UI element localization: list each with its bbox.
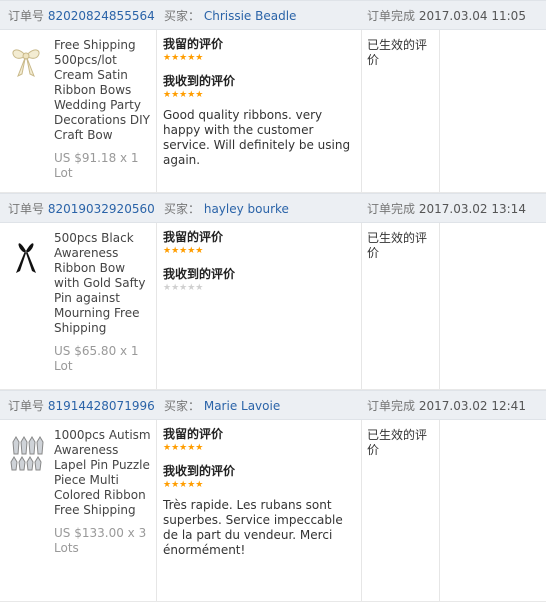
my-review-heading: 我留的评价 — [163, 230, 224, 244]
order-header: 订单号 82019032920560 买家： hayley bourke 订单完… — [0, 193, 546, 223]
received-review-heading: 我收到的评价 — [163, 74, 236, 88]
order-status-label: 订单完成 — [367, 399, 416, 413]
product-title[interactable]: 500pcs Black Awareness Ribbon Bow with G… — [54, 231, 154, 336]
order-header: 订单号 82020824855564 买家： Chrissie Beadle 订… — [0, 0, 546, 30]
order-header: 订单号 81914428071996 买家： Marie Lavoie 订单完成… — [0, 390, 546, 420]
review-status: 已生效的评价 — [367, 428, 428, 457]
order-number-link[interactable]: 81914428071996 — [48, 399, 155, 413]
received-review-text: Good quality ribbons. very happy with th… — [163, 108, 351, 167]
buyer-name-link[interactable]: Marie Lavoie — [204, 399, 280, 413]
product-title[interactable]: 1000pcs Autism Awareness Lapel Pin Puzzl… — [54, 428, 154, 518]
product-title-block[interactable]: Free Shipping 500pcs/lot Cream Satin Rib… — [54, 38, 154, 181]
review-status: 已生效的评价 — [367, 231, 428, 260]
order-number-link[interactable]: 82020824855564 — [48, 9, 155, 23]
product-thumbnail[interactable] — [8, 42, 44, 82]
received-review-heading: 我收到的评价 — [163, 464, 236, 478]
order-date: 2017.03.02 12:41 — [418, 399, 526, 413]
review-column: 我留的评价 ★★★★★ 我收到的评价 ★★★★★ — [163, 229, 359, 303]
product-title[interactable]: Free Shipping 500pcs/lot Cream Satin Rib… — [54, 38, 154, 143]
buyer-name-link[interactable]: Chrissie Beadle — [204, 9, 297, 23]
product-price: US $133.00 x 3 Lots — [54, 526, 147, 555]
order-date: 2017.03.02 13:14 — [418, 202, 526, 216]
product-price: US $65.80 x 1 Lot — [54, 344, 139, 373]
buyer-label: 买家： — [164, 202, 201, 216]
order-body: Free Shipping 500pcs/lot Cream Satin Rib… — [0, 30, 546, 193]
received-review-text: Très rapide. Les rubans sont superbes. S… — [163, 498, 343, 557]
order-status-label: 订单完成 — [367, 202, 416, 216]
order-number-label: 订单号 — [8, 399, 45, 413]
my-rating-stars: ★★★★★ — [163, 246, 204, 256]
order-card: 订单号 81914428071996 买家： Marie Lavoie 订单完成… — [0, 390, 546, 602]
product-title-block[interactable]: 1000pcs Autism Awareness Lapel Pin Puzzl… — [54, 428, 154, 556]
review-column: 我留的评价 ★★★★★ 我收到的评价 ★★★★★ Très rapide. Le… — [163, 426, 359, 558]
product-price: US $91.18 x 1 Lot — [54, 151, 139, 180]
received-rating-stars: ★★★★★ — [163, 90, 204, 100]
order-number-label: 订单号 — [8, 202, 45, 216]
review-status: 已生效的评价 — [367, 38, 428, 67]
order-date: 2017.03.04 11:05 — [418, 9, 526, 23]
order-number-label: 订单号 — [8, 9, 45, 23]
buyer-name-link[interactable]: hayley bourke — [204, 202, 289, 216]
order-card: 订单号 82020824855564 买家： Chrissie Beadle 订… — [0, 0, 546, 193]
order-status-label: 订单完成 — [367, 9, 416, 23]
received-rating-stars: ★★★★★ — [163, 283, 204, 293]
order-card: 订单号 82019032920560 买家： hayley bourke 订单完… — [0, 193, 546, 390]
my-rating-stars: ★★★★★ — [163, 53, 204, 63]
received-review-heading: 我收到的评价 — [163, 267, 236, 281]
order-body: 1000pcs Autism Awareness Lapel Pin Puzzl… — [0, 420, 546, 602]
product-title-block[interactable]: 500pcs Black Awareness Ribbon Bow with G… — [54, 231, 154, 374]
my-review-heading: 我留的评价 — [163, 37, 224, 51]
buyer-label: 买家： — [164, 399, 201, 413]
review-column: 我留的评价 ★★★★★ 我收到的评价 ★★★★★ Good quality ri… — [163, 36, 359, 168]
product-thumbnail[interactable] — [8, 432, 44, 472]
order-body: 500pcs Black Awareness Ribbon Bow with G… — [0, 223, 546, 390]
buyer-label: 买家： — [164, 9, 201, 23]
my-rating-stars: ★★★★★ — [163, 443, 204, 453]
received-rating-stars: ★★★★★ — [163, 480, 204, 490]
my-review-heading: 我留的评价 — [163, 427, 224, 441]
product-thumbnail[interactable] — [8, 235, 44, 275]
order-number-link[interactable]: 82019032920560 — [48, 202, 155, 216]
